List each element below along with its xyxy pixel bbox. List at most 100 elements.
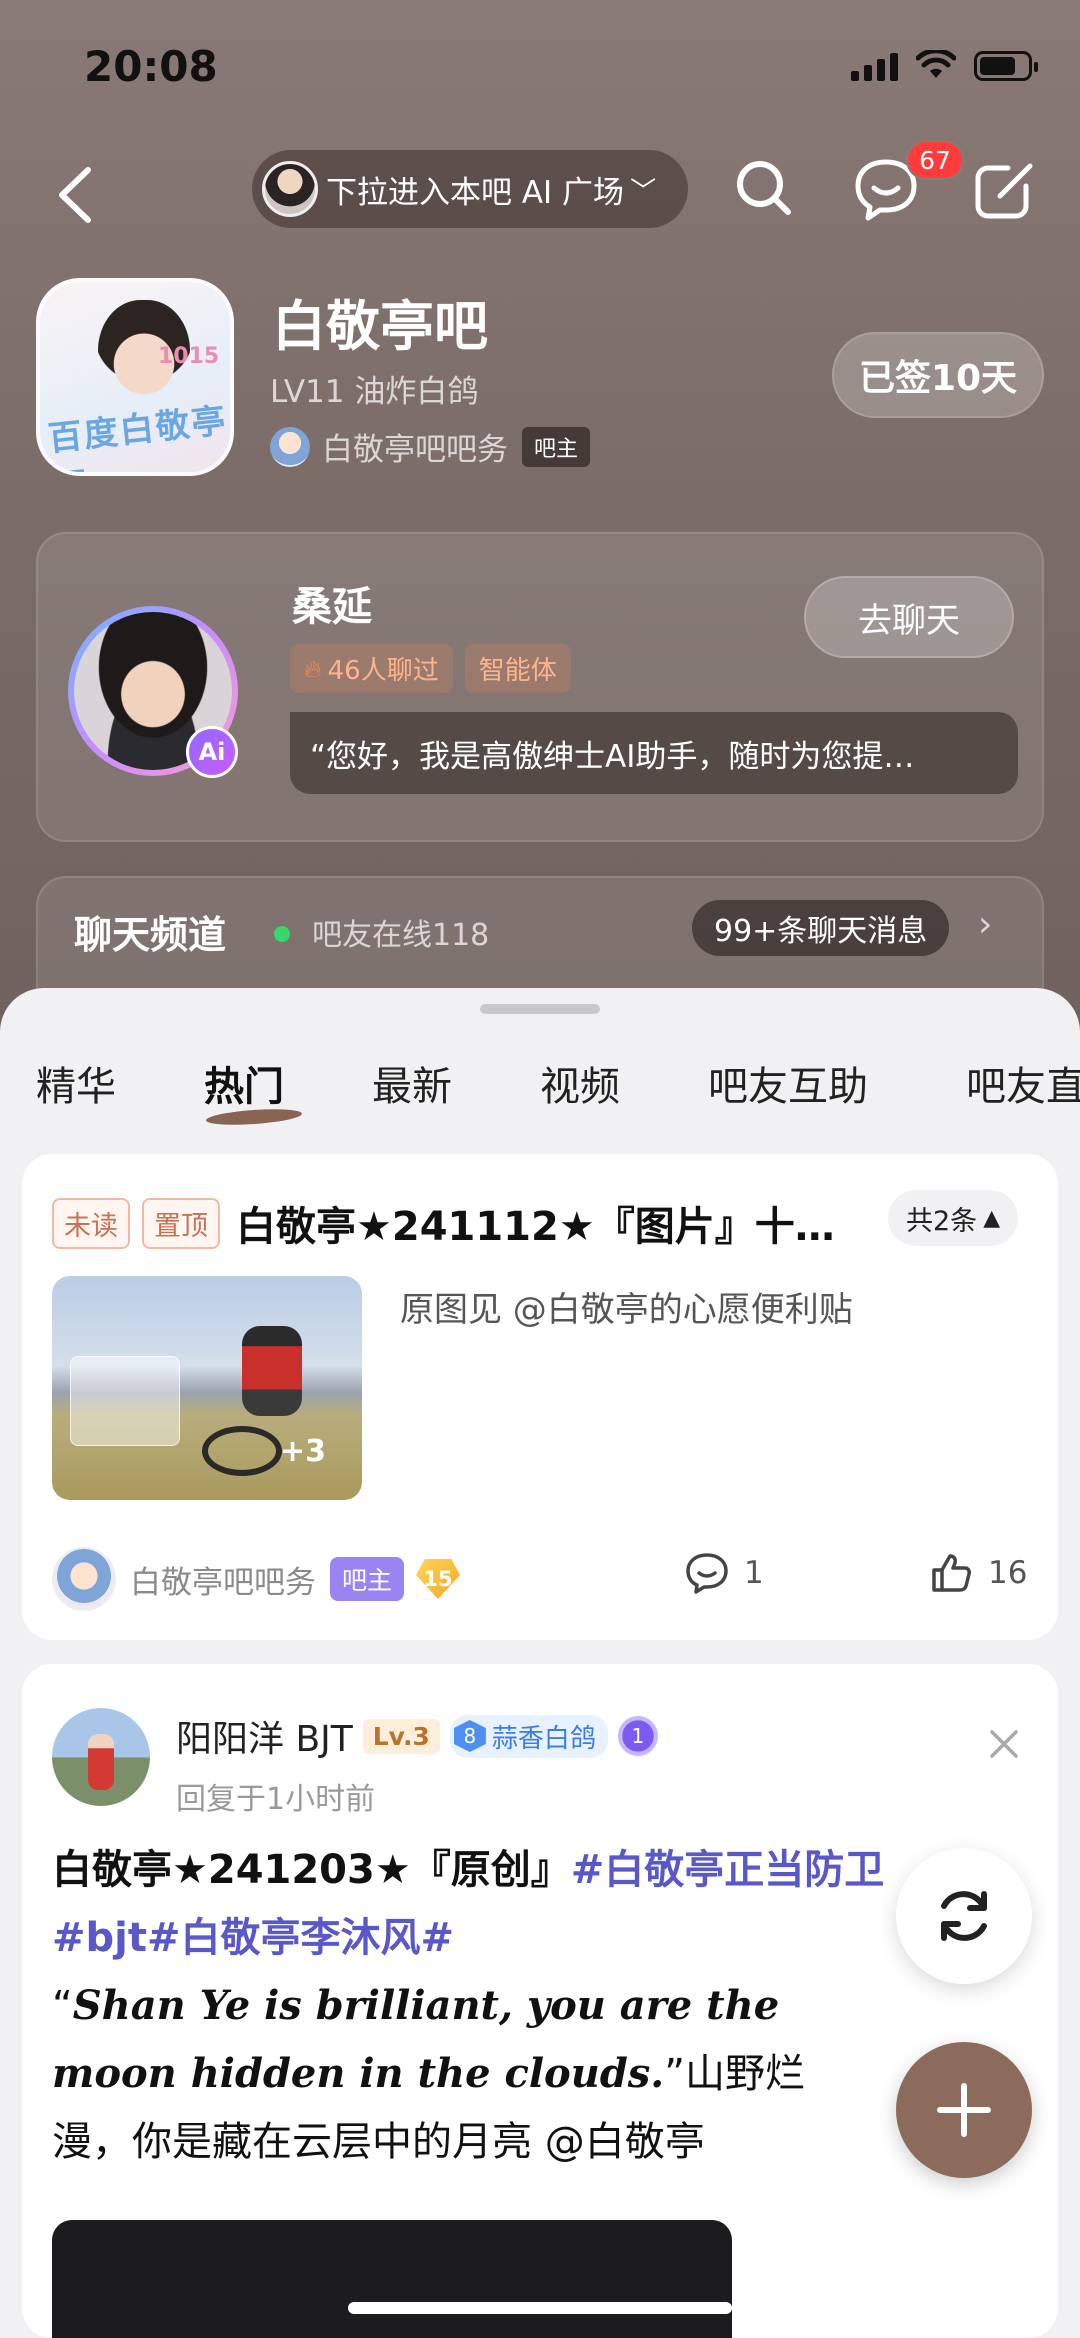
online-count: 吧友在线118	[312, 918, 490, 953]
quote-english-line1: Shan Ye is brilliant, you are the	[72, 1982, 780, 2029]
refresh-button[interactable]	[896, 1848, 1032, 1984]
status-bar: 20:08	[0, 0, 1080, 140]
more-images-count: +3	[280, 1434, 327, 1469]
ai-agent-greeting: “您好，我是高傲绅士AI助手，随时为您提…	[290, 712, 1018, 794]
rider-figure	[242, 1326, 302, 1416]
forum-logo: 1015 百度白敬亭吧	[36, 278, 234, 476]
tab-mutual-help[interactable]: 吧友互助	[708, 1054, 868, 1112]
plus-icon	[937, 2083, 991, 2137]
close-icon[interactable]	[984, 1724, 1024, 1764]
status-icons	[851, 50, 1038, 82]
admin-name: 白敬亭吧吧务	[322, 432, 508, 468]
post-footer: 白敬亭吧吧务 吧主 15 1 16	[52, 1544, 1032, 1614]
user-name[interactable]: 阳阳洋 BJT	[176, 1710, 353, 1762]
calendar-overlay	[70, 1356, 180, 1446]
thumbs-up-icon	[932, 1554, 971, 1592]
ai-agent-card[interactable]: Ai 桑延 🔥︎ 46人聊过 智能体 “您好，我是高傲绅士AI助手，随时为您提……	[36, 532, 1044, 842]
forum-admin[interactable]: 白敬亭吧吧务 吧主	[270, 424, 591, 469]
home-indicator	[348, 2302, 732, 2314]
refresh-icon	[941, 1891, 987, 1941]
top-nav: 下拉进入本吧 AI 广场 ﹀ 67	[0, 140, 1080, 250]
ai-agent-name: 桑延	[292, 584, 372, 630]
ai-plaza-button[interactable]: 下拉进入本吧 AI 广场 ﹀	[252, 150, 688, 228]
chat-count-tag: 🔥︎ 46人聊过	[290, 644, 453, 693]
fan-level-icon: 8	[453, 1720, 486, 1752]
post-body: 白敬亭★241203★『原创』#白敬亭正当防卫 #bjt#白敬亭李沐风# “Sh…	[52, 1836, 952, 2176]
tab-featured[interactable]: 精华	[36, 1054, 116, 1112]
post-caption: 原图见 @白敬亭的心愿便利贴	[400, 1290, 853, 1330]
post-header: 未读 置顶 白敬亭★241112★『图片』十...	[52, 1194, 836, 1252]
flame-icon: 🔥︎	[304, 654, 322, 683]
author-name[interactable]: 白敬亭吧吧务	[130, 1557, 316, 1602]
new-post-button[interactable]	[896, 2042, 1032, 2178]
comment-icon	[686, 1553, 728, 1594]
post-title: 白敬亭★241203★『原创』	[52, 1847, 571, 1893]
comment-count: 1	[744, 1555, 764, 1591]
medal-icon: 1	[617, 1716, 658, 1756]
user-level-badge: Lv.3	[362, 1718, 440, 1754]
bike-wheel	[202, 1426, 282, 1476]
ai-badge-icon: Ai	[186, 726, 238, 778]
message-count-badge: 67	[906, 140, 964, 180]
watermark: @白鸽邮递员ya	[820, 2298, 1008, 2328]
pinned-tag: 置顶	[142, 1197, 220, 1249]
tab-latest[interactable]: 最新	[372, 1054, 452, 1112]
ai-agent-tags: 🔥︎ 46人聊过 智能体	[290, 644, 571, 693]
fan-title-badge: 8 蒜香白鸽	[449, 1714, 608, 1758]
like-count: 16	[988, 1555, 1028, 1591]
post-title: 白敬亭★241112★『图片』十...	[236, 1204, 836, 1250]
feed-tabs: 精华 热门 最新 视频 吧友互助 吧友直	[0, 1048, 1080, 1128]
chat-channel-bar[interactable]: 聊天频道 吧友在线118 99+条聊天消息 ›	[36, 876, 1044, 996]
post-card[interactable]: 未读 置顶 白敬亭★241112★『图片』十... 共2条 ▲ +3 原图见 @…	[22, 1154, 1058, 1640]
back-arrow-icon[interactable]	[48, 160, 108, 230]
owner-tag: 吧主	[330, 1557, 405, 1601]
battery-icon	[974, 51, 1038, 81]
tab-video[interactable]: 视频	[540, 1054, 620, 1112]
post-image[interactable]	[52, 2220, 732, 2338]
tab-live[interactable]: 吧友直	[966, 1054, 1080, 1112]
cellular-signal-icon	[851, 51, 898, 81]
chat-count-text: 46人聊过	[327, 656, 439, 686]
edit-icon[interactable]	[970, 152, 1042, 224]
thread-count-text: 共2条	[906, 1205, 978, 1237]
user-info: 阳阳洋 BJT Lv.3 8 蒜香白鸽 1	[176, 1710, 658, 1762]
chat-channel-title: 聊天频道	[74, 913, 227, 957]
post-thumbnail[interactable]: +3	[52, 1276, 362, 1500]
forum-logo-number: 1015	[158, 344, 220, 369]
quote-english-line2: moon hidden in the clouds.	[52, 2050, 665, 2097]
agent-type-tag: 智能体	[464, 644, 571, 693]
owner-tag: 吧主	[522, 426, 591, 467]
chat-messages-pill[interactable]: 99+条聊天消息	[692, 900, 950, 956]
hashtag-link[interactable]: #bjt#白敬亭李沐风#	[52, 1915, 454, 1961]
quote-chinese: 漫，你是藏在云层中的月亮 @白敬亭	[52, 2119, 705, 2165]
unread-tag: 未读	[52, 1197, 130, 1249]
post-card[interactable]: 阳阳洋 BJT Lv.3 8 蒜香白鸽 1 回复于1小时前 白敬亭★241203…	[22, 1664, 1058, 2338]
quote-close: ”山野烂	[664, 2051, 805, 2097]
tab-hot[interactable]: 热门	[204, 1054, 284, 1112]
forum-logo-text: 百度白敬亭吧	[46, 400, 230, 472]
comment-button[interactable]: 1	[684, 1550, 764, 1596]
checkin-button[interactable]: 已签10天	[832, 332, 1044, 418]
quote-open: “	[52, 1983, 73, 2029]
like-button[interactable]: 16	[928, 1550, 1027, 1596]
author-avatar[interactable]	[52, 1547, 116, 1611]
level-gem-icon: 15	[416, 1559, 461, 1599]
reply-time: 回复于1小时前	[176, 1782, 376, 1817]
admin-avatar	[270, 426, 310, 467]
search-icon[interactable]	[728, 152, 800, 224]
thread-count-pill[interactable]: 共2条 ▲	[888, 1190, 1019, 1246]
forum-user-level: LV11 油炸白鸽	[270, 374, 479, 410]
online-indicator	[274, 926, 290, 942]
chevron-down-icon: ﹀	[630, 176, 657, 207]
wifi-icon	[916, 50, 956, 78]
ai-plaza-label: 下拉进入本吧 AI 广场	[326, 174, 625, 211]
caret-up-icon: ▲	[983, 1205, 1001, 1231]
status-time: 20:08	[84, 42, 218, 91]
user-avatar[interactable]	[52, 1708, 150, 1806]
ai-avatar-mini	[262, 161, 318, 217]
hashtag-link[interactable]: #白敬亭正当防卫	[571, 1847, 885, 1893]
go-chat-button[interactable]: 去聊天	[804, 576, 1014, 658]
fan-title-text: 蒜香白鸽	[491, 1723, 596, 1754]
chevron-right-icon: ›	[978, 904, 993, 945]
sheet-drag-handle[interactable]	[480, 1004, 600, 1014]
